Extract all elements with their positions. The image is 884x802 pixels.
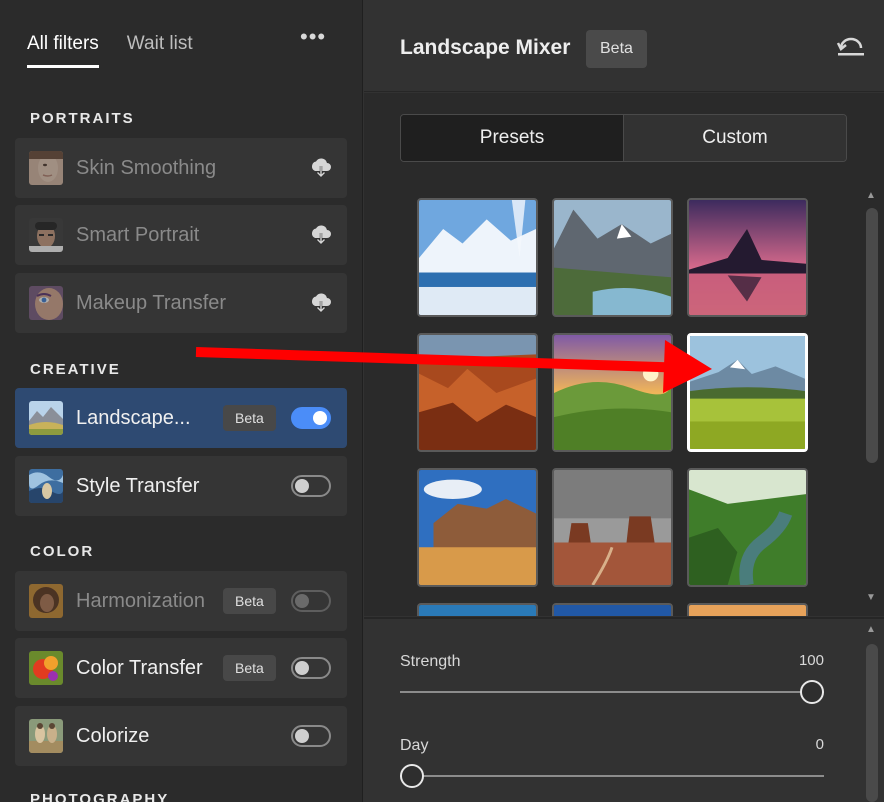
day-label: Day xyxy=(400,737,429,754)
landscape-mixer-thumbnail xyxy=(29,401,63,435)
tab-custom[interactable]: Custom xyxy=(624,115,846,161)
section-portraits: PORTRAITS xyxy=(30,110,135,127)
harmonization-thumbnail xyxy=(29,584,63,618)
toggle-knob xyxy=(295,661,309,675)
harmonization-toggle[interactable] xyxy=(291,590,331,612)
style-transfer-thumbnail xyxy=(29,469,63,503)
filter-label: Makeup Transfer xyxy=(76,292,227,314)
tab-all-filters[interactable]: All filters xyxy=(27,30,99,68)
makeup-transfer-thumbnail xyxy=(29,286,63,320)
filter-item-smart-portrait[interactable]: Smart Portrait xyxy=(15,205,347,265)
strength-value: 100 xyxy=(798,652,824,669)
cloud-download-icon[interactable] xyxy=(309,292,333,314)
preset-tile[interactable] xyxy=(687,603,808,616)
toggle-knob xyxy=(295,729,309,743)
cloud-download-icon[interactable] xyxy=(309,224,333,246)
preset-tile-selected[interactable] xyxy=(687,333,808,452)
preset-tile[interactable] xyxy=(552,468,673,587)
filter-item-landscape-mixer[interactable]: Landscape... Beta xyxy=(15,388,347,448)
day-value: 0 xyxy=(815,736,824,753)
toggle-knob xyxy=(313,411,327,425)
strength-label: Strength xyxy=(400,653,461,670)
filter-label: Colorize xyxy=(76,725,150,747)
scroll-down-icon[interactable]: ▼ xyxy=(866,592,876,603)
page-title: Landscape Mixer xyxy=(400,36,571,59)
color-transfer-thumbnail xyxy=(29,651,63,685)
section-creative: CREATIVE xyxy=(30,361,121,378)
colorize-toggle[interactable] xyxy=(291,725,331,747)
filter-label: Skin Smoothing xyxy=(76,157,217,179)
beta-badge: Beta xyxy=(586,30,647,68)
preset-tile[interactable] xyxy=(552,333,673,452)
filter-label: Landscape... xyxy=(76,407,191,429)
presets-custom-switch: Presets Custom xyxy=(400,114,847,162)
day-slider-track[interactable] xyxy=(400,775,824,777)
strength-slider-handle[interactable] xyxy=(800,680,824,704)
preset-tile[interactable] xyxy=(417,603,538,616)
filter-item-colorize[interactable]: Colorize xyxy=(15,706,347,766)
skin-smoothing-thumbnail xyxy=(29,151,63,185)
scroll-up-icon[interactable]: ▲ xyxy=(866,624,876,635)
filter-tabs: All filters Wait list xyxy=(27,30,193,70)
filter-item-color-transfer[interactable]: Color Transfer Beta xyxy=(15,638,347,698)
beta-badge: Beta xyxy=(223,655,276,681)
filter-item-harmonization[interactable]: Harmonization Beta xyxy=(15,571,347,631)
presets-scrollbar[interactable]: ▲ ▼ xyxy=(862,188,884,614)
presets-area: Presets Custom xyxy=(364,93,884,616)
tab-wait-list[interactable]: Wait list xyxy=(127,30,193,68)
more-options-icon[interactable]: ••• xyxy=(300,24,326,50)
section-color: COLOR xyxy=(30,543,95,560)
beta-badge: Beta xyxy=(223,588,276,614)
sliders-scrollbar[interactable]: ▲ xyxy=(862,620,884,802)
preset-tile[interactable] xyxy=(687,198,808,317)
preset-tile[interactable] xyxy=(552,198,673,317)
filter-item-skin-smoothing[interactable]: Skin Smoothing xyxy=(15,138,347,198)
preset-tile[interactable] xyxy=(687,468,808,587)
filter-label: Style Transfer xyxy=(76,475,200,497)
sliders-area: Strength 100 Day 0 xyxy=(364,617,884,802)
colorize-thumbnail xyxy=(29,719,63,753)
preset-tile[interactable] xyxy=(552,603,673,616)
filter-label: Color Transfer xyxy=(76,657,203,679)
filters-panel: All filters Wait list ••• PORTRAITS Skin… xyxy=(0,0,363,802)
filter-item-style-transfer[interactable]: Style Transfer xyxy=(15,456,347,516)
toggle-knob xyxy=(295,479,309,493)
filter-item-makeup-transfer[interactable]: Makeup Transfer xyxy=(15,273,347,333)
beta-badge: Beta xyxy=(223,405,276,431)
strength-slider-track[interactable] xyxy=(400,691,824,693)
landscape-mixer-toggle[interactable] xyxy=(291,407,331,429)
color-transfer-toggle[interactable] xyxy=(291,657,331,679)
undo-icon[interactable] xyxy=(836,36,866,58)
filter-header: Landscape Mixer Beta xyxy=(364,0,884,92)
section-photography: PHOTOGRAPHY xyxy=(30,791,170,802)
preset-tile[interactable] xyxy=(417,468,538,587)
preset-tile[interactable] xyxy=(417,333,538,452)
smart-portrait-thumbnail xyxy=(29,218,63,252)
tab-presets[interactable]: Presets xyxy=(401,115,624,161)
toggle-knob xyxy=(295,594,309,608)
scroll-up-icon[interactable]: ▲ xyxy=(866,190,876,201)
filter-label: Harmonization xyxy=(76,590,205,612)
cloud-download-icon[interactable] xyxy=(309,157,333,179)
style-transfer-toggle[interactable] xyxy=(291,475,331,497)
day-slider-handle[interactable] xyxy=(400,764,424,788)
preset-tile[interactable] xyxy=(417,198,538,317)
scrollbar-thumb[interactable] xyxy=(866,208,878,463)
scrollbar-thumb[interactable] xyxy=(866,644,878,802)
filter-label: Smart Portrait xyxy=(76,224,200,246)
